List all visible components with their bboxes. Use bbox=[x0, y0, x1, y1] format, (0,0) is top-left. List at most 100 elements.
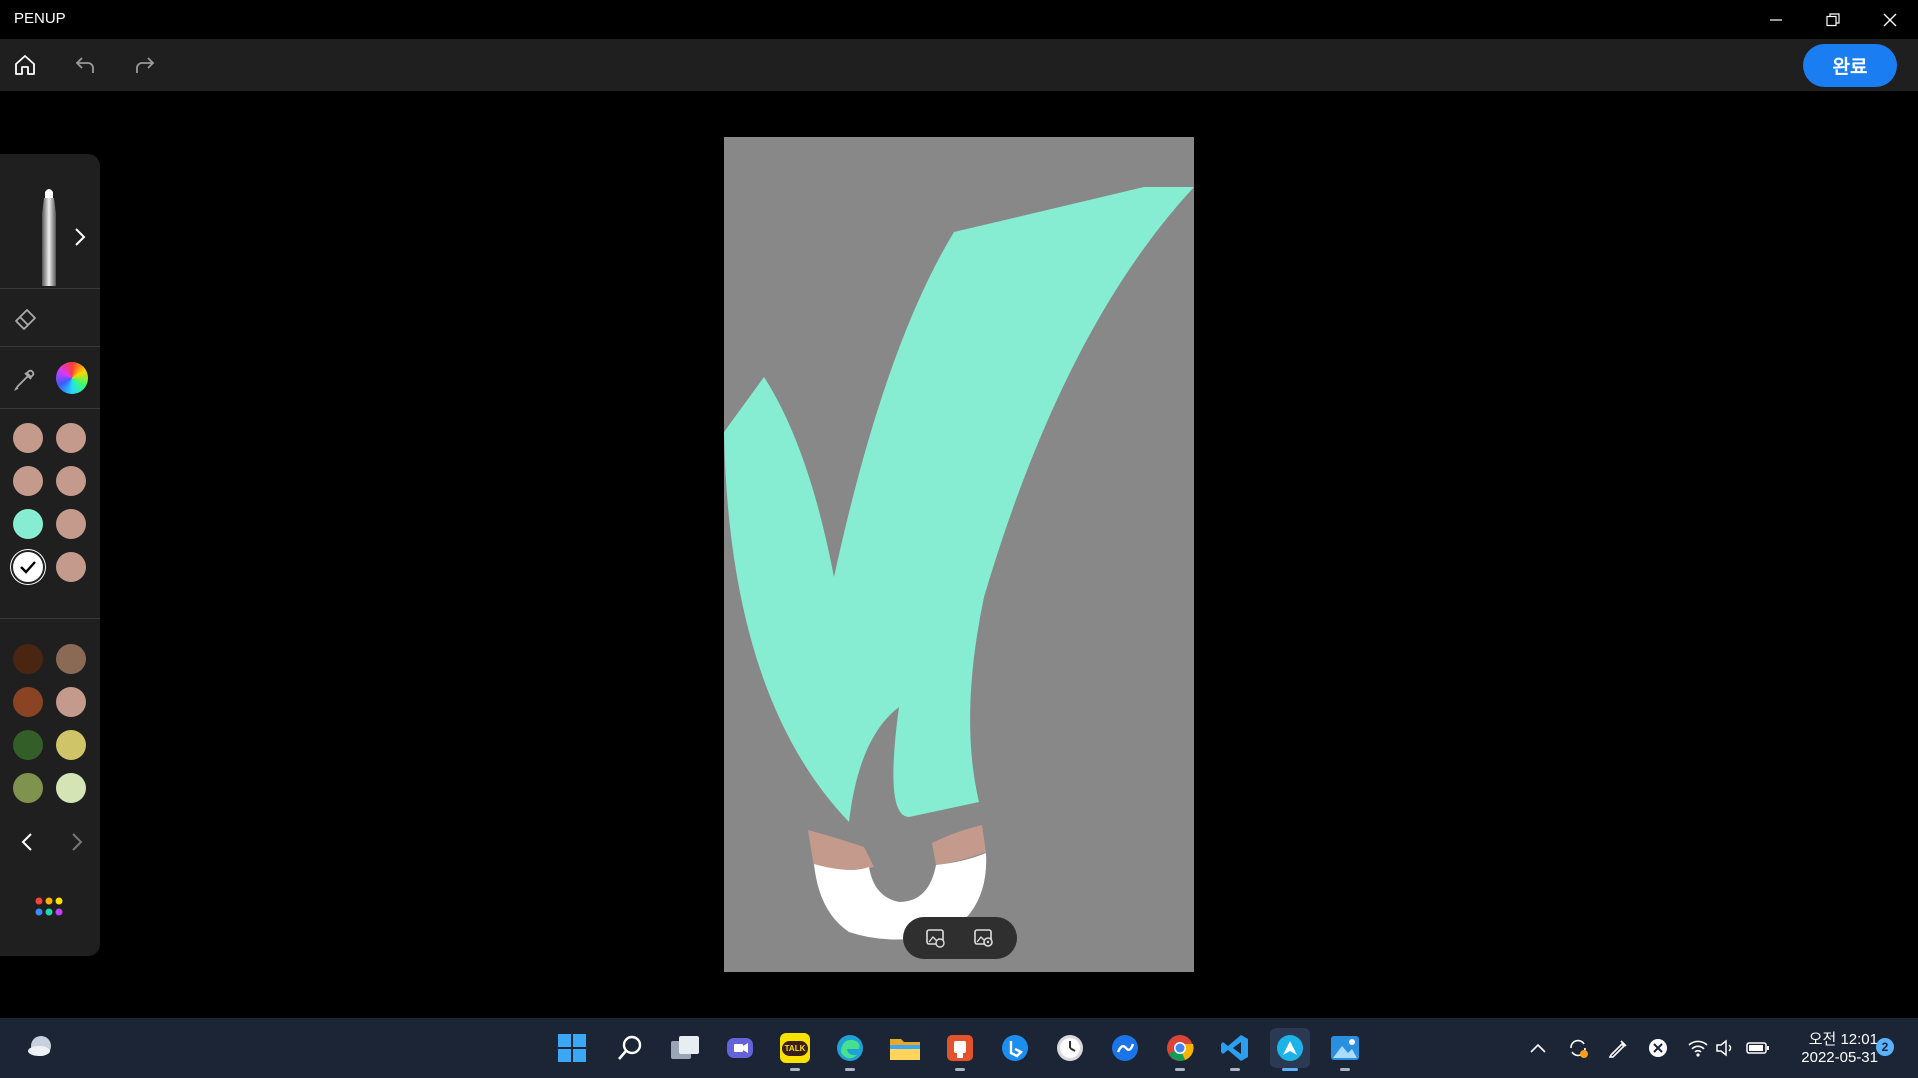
teams-chat-button[interactable] bbox=[720, 1028, 760, 1068]
color-swatch-selected[interactable] bbox=[13, 552, 43, 582]
taskbar: TALK bbox=[0, 1018, 1918, 1078]
drawing-canvas[interactable] bbox=[724, 137, 1194, 972]
running-indicator bbox=[1175, 1068, 1185, 1071]
wifi-icon bbox=[1688, 1040, 1708, 1057]
color-swatch[interactable] bbox=[56, 466, 86, 496]
color-swatch[interactable] bbox=[13, 466, 43, 496]
pen-options-button[interactable] bbox=[70, 222, 90, 252]
close-button[interactable] bbox=[1862, 0, 1918, 39]
image-settings-button[interactable] bbox=[968, 922, 1000, 954]
color-swatch[interactable] bbox=[13, 509, 43, 539]
running-indicator bbox=[1340, 1068, 1350, 1071]
color-swatch[interactable] bbox=[13, 773, 43, 803]
eraser-icon bbox=[15, 309, 36, 330]
battery-icon bbox=[1746, 1042, 1769, 1054]
next-palette-button[interactable] bbox=[64, 830, 88, 854]
image-add-icon bbox=[926, 929, 945, 948]
divider bbox=[0, 346, 100, 347]
photos-icon bbox=[1331, 1036, 1359, 1060]
color-swatch[interactable] bbox=[56, 687, 86, 717]
clock-app-icon bbox=[1057, 1035, 1083, 1061]
notification-badge[interactable]: 2 bbox=[1876, 1038, 1894, 1056]
color-swatch[interactable] bbox=[56, 730, 86, 760]
divider bbox=[0, 288, 100, 289]
palette-menu-button[interactable] bbox=[34, 896, 66, 918]
weather-icon bbox=[28, 1036, 51, 1056]
search-button[interactable] bbox=[610, 1028, 650, 1068]
skin-stroke-left bbox=[808, 830, 874, 870]
sync-icon bbox=[1570, 1039, 1588, 1058]
start-button[interactable] bbox=[552, 1028, 592, 1068]
penup-icon bbox=[1277, 1035, 1303, 1061]
home-button[interactable] bbox=[7, 47, 43, 83]
pen-menu-button[interactable] bbox=[1606, 1036, 1630, 1060]
penup-button[interactable] bbox=[1270, 1028, 1310, 1071]
color-swatch[interactable] bbox=[13, 644, 43, 674]
minimize-button[interactable] bbox=[1748, 0, 1804, 39]
insert-image-button[interactable] bbox=[920, 922, 952, 954]
color-wheel-button[interactable] bbox=[56, 362, 88, 394]
color-swatch[interactable] bbox=[13, 687, 43, 717]
tool-palette bbox=[0, 154, 100, 956]
kakaotalk-label: TALK bbox=[781, 1040, 809, 1056]
x-circle-icon bbox=[1649, 1039, 1667, 1057]
kakaotalk-icon: TALK bbox=[780, 1033, 810, 1063]
clock-app-button[interactable] bbox=[1050, 1028, 1090, 1068]
chrome-button[interactable] bbox=[1160, 1028, 1200, 1071]
color-swatch[interactable] bbox=[56, 509, 86, 539]
clock-date[interactable]: 2022-05-31 bbox=[1788, 1049, 1878, 1066]
clock-time[interactable]: 오전 12:01 bbox=[1788, 1028, 1878, 1049]
image-tools bbox=[903, 917, 1017, 959]
app-title: PENUP bbox=[14, 10, 66, 27]
chevron-right-icon bbox=[72, 833, 83, 851]
color-dots-icon bbox=[35, 897, 63, 916]
redo-button[interactable] bbox=[127, 47, 163, 83]
tray-app-button[interactable] bbox=[1646, 1036, 1670, 1060]
running-indicator bbox=[1282, 1068, 1298, 1071]
task-view-icon bbox=[671, 1036, 699, 1059]
running-indicator bbox=[1230, 1068, 1240, 1071]
divider bbox=[0, 618, 100, 619]
search-icon bbox=[618, 1035, 642, 1060]
color-swatch[interactable] bbox=[13, 730, 43, 760]
file-explorer-button[interactable] bbox=[885, 1028, 925, 1068]
color-swatch[interactable] bbox=[13, 423, 43, 453]
battery-button[interactable] bbox=[1746, 1036, 1770, 1060]
pen-tool[interactable] bbox=[36, 186, 62, 286]
undo-button[interactable] bbox=[67, 47, 103, 83]
running-indicator bbox=[790, 1068, 800, 1071]
pen-icon bbox=[1608, 1040, 1627, 1058]
show-hidden-icons-button[interactable] bbox=[1526, 1036, 1550, 1060]
flow-app-button[interactable] bbox=[1105, 1028, 1145, 1068]
eyedropper-icon bbox=[13, 369, 35, 392]
bing-button[interactable] bbox=[995, 1028, 1035, 1068]
done-button[interactable]: 완료 bbox=[1803, 44, 1897, 87]
network-button[interactable] bbox=[1686, 1036, 1710, 1060]
color-swatch[interactable] bbox=[56, 552, 86, 582]
kakaotalk-button[interactable]: TALK bbox=[775, 1028, 815, 1071]
prev-palette-button[interactable] bbox=[16, 830, 40, 854]
check-icon bbox=[20, 561, 36, 574]
vscode-button[interactable] bbox=[1215, 1028, 1255, 1071]
sync-tray-button[interactable] bbox=[1566, 1036, 1590, 1060]
task-view-button[interactable] bbox=[665, 1028, 705, 1068]
chrome-icon bbox=[1167, 1035, 1194, 1061]
home-icon bbox=[15, 55, 35, 75]
color-swatch[interactable] bbox=[56, 644, 86, 674]
canvas-artwork bbox=[724, 187, 1194, 940]
divider bbox=[0, 408, 100, 409]
image-settings-icon bbox=[974, 929, 993, 947]
speaker-icon bbox=[1716, 1039, 1732, 1057]
color-swatch[interactable] bbox=[56, 423, 86, 453]
edge-button[interactable] bbox=[830, 1028, 870, 1071]
running-indicator bbox=[845, 1068, 855, 1071]
photos-button[interactable] bbox=[1325, 1028, 1365, 1071]
weather-widget[interactable] bbox=[21, 1028, 61, 1068]
volume-button[interactable] bbox=[1714, 1036, 1738, 1060]
close-icon bbox=[1883, 13, 1897, 26]
powerpoint-button[interactable] bbox=[940, 1028, 980, 1071]
eraser-button[interactable] bbox=[12, 304, 40, 332]
color-swatch[interactable] bbox=[56, 773, 86, 803]
eyedropper-button[interactable] bbox=[12, 364, 40, 392]
restore-button[interactable] bbox=[1805, 0, 1861, 39]
